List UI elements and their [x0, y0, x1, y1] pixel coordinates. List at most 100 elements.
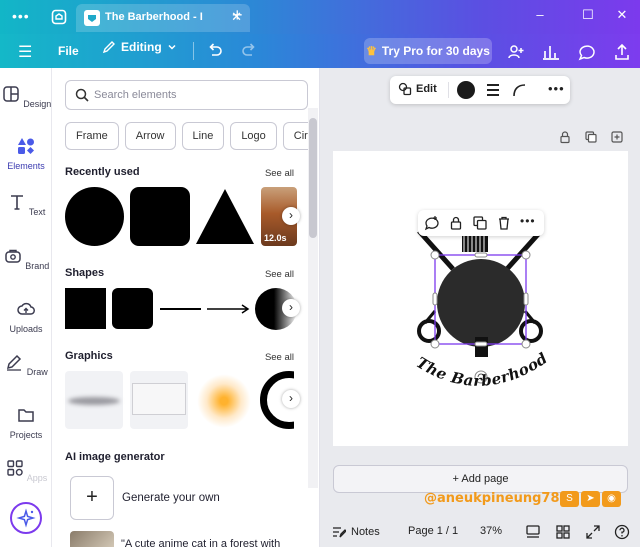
add-page-icon[interactable] — [610, 130, 624, 144]
file-menu[interactable]: File — [58, 44, 79, 58]
rail-label-projects: Projects — [9, 430, 43, 440]
new-tab-icon[interactable]: + — [232, 5, 243, 26]
more-actions-icon[interactable]: ••• — [520, 214, 536, 228]
edit-shapes-icon — [398, 82, 412, 96]
canva-favicon-icon — [84, 10, 100, 26]
fill-color-swatch[interactable] — [457, 81, 475, 99]
graphic-box[interactable] — [130, 371, 188, 429]
cloud-upload-icon — [17, 302, 35, 315]
help-icon[interactable] — [614, 524, 630, 540]
try-pro-button[interactable]: ♛ Try Pro for 30 days — [364, 38, 492, 64]
rail-item-text[interactable]: Text — [0, 192, 52, 217]
crown-icon: ♛ — [366, 44, 377, 58]
pencil-icon — [102, 41, 115, 54]
folder-icon — [18, 409, 34, 422]
shapes-see-all[interactable]: See all — [265, 269, 294, 280]
search-box[interactable] — [65, 80, 308, 110]
shapes-heading: Shapes — [65, 267, 105, 279]
close-window-icon[interactable]: ✕ — [612, 7, 632, 23]
chip-arrow[interactable]: Arrow — [124, 122, 176, 150]
hamburger-menu-icon[interactable]: ☰ — [18, 42, 32, 62]
maximize-icon[interactable]: ☐ — [578, 7, 598, 23]
lock-page-icon[interactable] — [558, 130, 572, 144]
graphics-scroll-right-icon[interactable]: › — [282, 390, 300, 408]
rail-item-brand[interactable]: Brand — [0, 246, 52, 271]
border-style-icon[interactable] — [486, 83, 500, 97]
generate-your-own-label[interactable]: Generate your own — [122, 492, 220, 504]
home-icon[interactable] — [50, 8, 68, 26]
notes-icon — [333, 527, 346, 538]
redo-icon[interactable] — [240, 41, 258, 59]
edit-button[interactable]: Edit — [398, 82, 437, 96]
panel-scrollbar[interactable] — [309, 118, 317, 238]
graphics-see-all[interactable]: See all — [265, 352, 294, 363]
trash-icon[interactable] — [496, 215, 512, 231]
comment-icon[interactable] — [577, 42, 597, 62]
recently-used-see-all[interactable]: See all — [265, 168, 294, 179]
line-shape[interactable] — [160, 308, 201, 310]
shapes-scroll-right-icon[interactable]: › — [282, 299, 300, 317]
prompt-example-text[interactable]: "A cute anime cat in a forest with — [121, 538, 280, 547]
watermark-social-icons: S ➤ ◉ — [560, 491, 621, 507]
duplicate-icon[interactable] — [472, 215, 488, 231]
barberhood-logo[interactable]: The Barberhood — [333, 151, 628, 446]
context-toolbar-divider — [448, 82, 449, 98]
recent-circle-shape[interactable] — [65, 187, 124, 246]
steemit-icon: S — [560, 491, 579, 507]
graphic-glow[interactable] — [197, 374, 251, 428]
rail-item-design[interactable]: Design — [0, 84, 52, 109]
search-input[interactable] — [94, 86, 294, 104]
magic-assistant-button[interactable] — [10, 502, 42, 534]
arrow-line-shape[interactable] — [207, 302, 251, 316]
editing-label: Editing — [121, 40, 162, 54]
rail-item-uploads[interactable]: Uploads — [0, 299, 52, 334]
minimize-icon[interactable]: – — [530, 7, 550, 22]
share-people-icon[interactable] — [506, 42, 526, 62]
design-page[interactable]: The Barberhood — [333, 151, 628, 446]
rail-label-draw: Draw — [26, 367, 48, 377]
prompt-example-thumbnail[interactable] — [70, 531, 114, 547]
graphics-heading: Graphics — [65, 350, 113, 362]
lock-icon[interactable] — [448, 215, 464, 231]
chip-logo[interactable]: Logo — [230, 122, 277, 150]
video-duration: 12.0s — [264, 233, 287, 243]
chevron-down-icon — [168, 44, 176, 50]
rail-item-projects[interactable]: Projects — [0, 405, 52, 440]
sparkle-icon — [16, 508, 36, 528]
editing-mode-dropdown[interactable]: Editing — [102, 40, 177, 54]
browser-menu-icon[interactable]: ••• — [12, 8, 30, 24]
more-options-icon[interactable]: ••• — [548, 81, 565, 96]
chip-circle[interactable]: Cir — [282, 122, 311, 150]
page-view-icon[interactable] — [525, 524, 541, 540]
analytics-icon[interactable] — [541, 42, 561, 62]
rail-label-elements: Elements — [7, 161, 45, 171]
add-page-button[interactable]: + Add page — [333, 465, 628, 493]
rounded-square-shape[interactable] — [112, 288, 153, 329]
generate-plus-button[interactable]: + — [70, 476, 114, 520]
corner-rounding-icon[interactable] — [512, 83, 526, 97]
browser-tab[interactable]: The Barberhood - I ✕ — [76, 4, 250, 32]
rail-item-draw[interactable]: Draw — [0, 352, 52, 377]
fullscreen-icon[interactable] — [585, 524, 601, 540]
rail-label-uploads: Uploads — [9, 324, 43, 334]
recent-triangle-shape[interactable] — [195, 187, 255, 245]
recent-rounded-square-shape[interactable] — [130, 187, 190, 246]
notes-button[interactable]: Notes — [332, 525, 380, 539]
undo-icon[interactable] — [206, 41, 224, 59]
rail-item-apps[interactable]: Apps — [0, 458, 52, 486]
pen-icon — [7, 354, 22, 371]
recent-scroll-right-icon[interactable]: › — [282, 207, 300, 225]
duplicate-page-icon[interactable] — [584, 130, 598, 144]
comment-add-icon[interactable] — [424, 215, 440, 231]
graphic-shadow[interactable] — [65, 371, 123, 429]
zoom-level[interactable]: 37% — [480, 525, 502, 537]
chip-frame[interactable]: Frame — [65, 122, 119, 150]
chip-line[interactable]: Line — [181, 122, 225, 150]
filter-chips: Frame Arrow Line Logo Cir — [65, 122, 311, 152]
square-shape[interactable] — [65, 288, 106, 329]
watermark-handle: @aneukpineung78 — [424, 491, 560, 506]
grid-view-icon[interactable] — [555, 524, 571, 540]
rail-item-elements[interactable]: Elements — [0, 136, 52, 171]
page-indicator[interactable]: Page 1 / 1 — [408, 525, 458, 537]
upload-share-icon[interactable] — [612, 42, 632, 62]
